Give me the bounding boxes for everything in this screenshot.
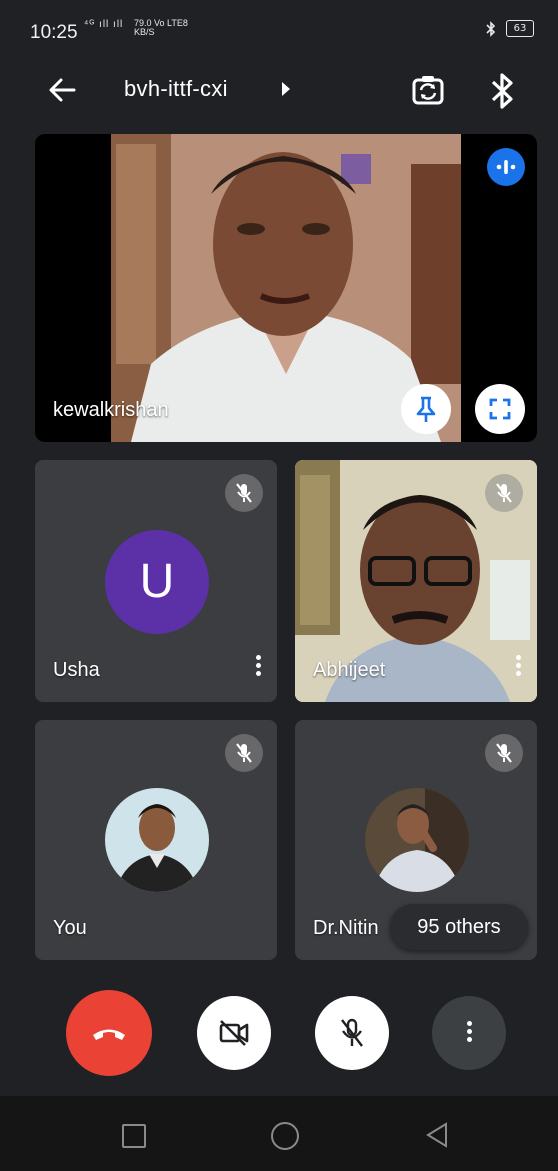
mic-muted-icon [225, 734, 263, 772]
participant-name: Abhijeet [313, 659, 386, 681]
speed-unit: KB/S [134, 27, 155, 37]
status-bar: 10:25 ⁴ᴳ ıll ıll 79.0 Vo LTE8 KB/S 63 [0, 0, 558, 60]
others-count-pill[interactable]: 95 others [390, 904, 528, 950]
end-call-button[interactable] [66, 990, 152, 1076]
pin-button[interactable] [401, 384, 451, 434]
mic-muted-icon [485, 474, 523, 512]
participant-name: Dr.Nitin [313, 917, 379, 939]
avatar [365, 788, 469, 892]
participant-name: You [53, 917, 87, 939]
camera-off-button[interactable] [197, 996, 271, 1070]
fullscreen-icon [489, 398, 511, 420]
main-speaker-name: kewalkrishan [53, 399, 169, 421]
mic-muted-icon [485, 734, 523, 772]
video-off-icon [219, 1020, 249, 1046]
participant-tile-you[interactable]: You [35, 720, 277, 960]
participant-tile-abhijeet[interactable]: Abhijeet [295, 460, 537, 702]
main-speaker-tile[interactable]: kewalkrishan [35, 134, 537, 442]
volte-label: Vo LTE8 [154, 18, 188, 28]
fullscreen-button[interactable] [475, 384, 525, 434]
meet-call-screen: 10:25 ⁴ᴳ ıll ıll 79.0 Vo LTE8 KB/S 63 bv… [0, 0, 558, 1171]
mic-off-icon [341, 1018, 363, 1047]
app-bar: bvh-ittf-cxi [0, 60, 558, 120]
mic-muted-icon [225, 474, 263, 512]
status-time: 10:25 [30, 22, 78, 43]
participant-tile-usha[interactable]: U Usha [35, 460, 277, 702]
system-nav-bar [0, 1096, 558, 1171]
status-right: 63 [484, 20, 534, 37]
meeting-code-title[interactable]: bvh-ittf-cxi [124, 76, 228, 102]
end-call-icon [93, 1029, 125, 1040]
switch-camera-icon[interactable] [410, 73, 446, 109]
mic-off-button[interactable] [315, 996, 389, 1070]
bluetooth-icon[interactable] [488, 72, 518, 110]
back-arrow-icon[interactable] [44, 72, 80, 108]
recents-icon[interactable] [122, 1124, 146, 1148]
more-vert-icon[interactable] [253, 652, 263, 682]
home-icon[interactable] [271, 1122, 299, 1150]
more-vert-icon [464, 1018, 474, 1048]
network-speed: 79.0 Vo LTE8 KB/S [134, 19, 188, 37]
battery-icon: 63 [506, 20, 534, 37]
avatar [105, 788, 209, 892]
more-vert-icon[interactable] [513, 652, 523, 682]
more-options-button[interactable] [432, 996, 506, 1070]
audio-level-icon [487, 148, 525, 186]
bluetooth-status-icon [486, 20, 496, 37]
signal-icon: ⁴ᴳ ıll ıll [84, 19, 124, 30]
back-nav-icon[interactable] [424, 1121, 450, 1149]
caret-right-icon[interactable] [282, 82, 290, 96]
pin-icon [416, 396, 436, 422]
avatar: U [105, 530, 209, 634]
participant-name: Usha [53, 659, 100, 681]
